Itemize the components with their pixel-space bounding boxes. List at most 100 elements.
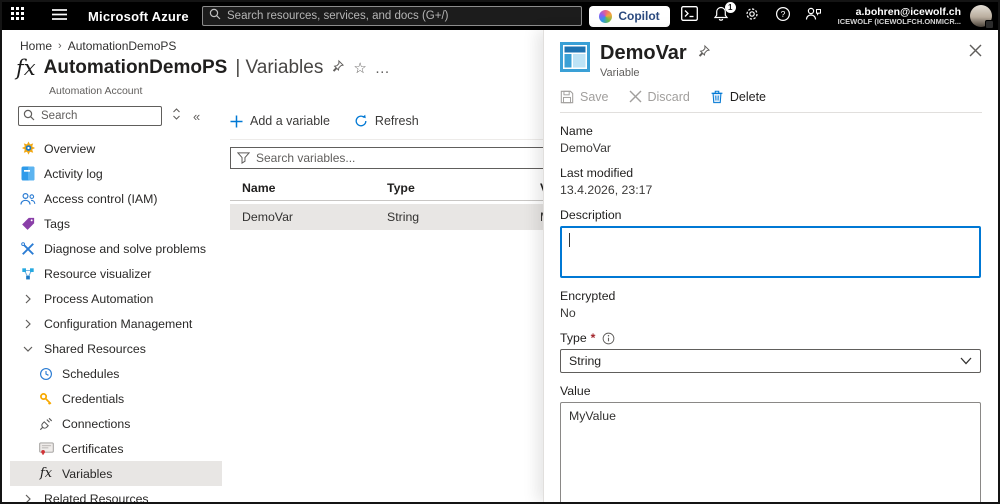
column-header-type[interactable]: Type [387, 181, 415, 195]
plus-icon [230, 115, 243, 127]
type-dropdown[interactable]: String [560, 349, 981, 373]
description-label: Description [560, 208, 622, 222]
settings-button[interactable] [741, 5, 763, 27]
feedback-button[interactable] [803, 5, 825, 27]
chevron-down-icon [960, 357, 972, 365]
search-icon [209, 7, 221, 25]
add-variable-button[interactable]: Add a variable [230, 114, 330, 128]
sidebar-item-connections[interactable]: Connections [10, 411, 222, 436]
star-icon: ☆ [353, 60, 367, 77]
save-button[interactable]: Save [560, 90, 609, 104]
save-floppy-icon [560, 90, 574, 103]
sidebar-item-variables[interactable]: fx Variables [10, 461, 222, 486]
column-header-name[interactable]: Name [242, 181, 276, 195]
variable-detail-panel: DemoVar Variable Save Discard Delete Nam… [543, 30, 998, 502]
favorite-button[interactable]: ☆ [353, 59, 366, 77]
ellipsis-icon: … [374, 59, 391, 77]
double-chevron-left-icon: « [193, 108, 201, 124]
value-input[interactable]: MyValue [560, 402, 981, 502]
sidebar-item-label: Resource visualizer [44, 266, 152, 281]
sidebar-nav: Overview Activity log Access control (IA… [10, 136, 222, 504]
table-row-demovar[interactable]: DemoVar String MyValue [230, 204, 587, 230]
hamburger-menu-button[interactable] [43, 2, 76, 30]
sidebar-item-activity-log[interactable]: Activity log [10, 161, 222, 186]
pin-panel-button[interactable] [697, 44, 711, 63]
copilot-button[interactable]: Copilot [589, 5, 670, 27]
variable-blade-icon [560, 42, 590, 72]
avatar-status-badge [985, 20, 994, 29]
pin-icon [331, 59, 345, 78]
notifications-button[interactable]: 1 [710, 2, 736, 27]
page-subtitle: Automation Account [49, 85, 143, 97]
global-search[interactable] [202, 6, 582, 26]
name-value: DemoVar [560, 141, 612, 155]
chevron-right-icon [20, 491, 36, 502]
certificate-icon [38, 441, 54, 457]
breadcrumb-home-link[interactable]: Home [20, 39, 52, 53]
sidebar-item-label: Certificates [62, 441, 124, 456]
variables-search-input[interactable] [256, 151, 553, 165]
waffle-menu-button[interactable] [2, 2, 33, 30]
type-field: Type * String [560, 331, 982, 373]
encrypted-value: No [560, 306, 576, 320]
sidebar-item-access-control[interactable]: Access control (IAM) [10, 186, 222, 211]
sidebar-item-resource-visualizer[interactable]: Resource visualizer [10, 261, 222, 286]
collapse-menu-button[interactable]: « [193, 109, 200, 124]
global-search-input[interactable] [227, 10, 575, 22]
sidebar-item-label: Activity log [44, 166, 103, 181]
chevron-right-icon [20, 291, 36, 307]
refresh-button[interactable]: Refresh [354, 114, 419, 128]
refresh-icon [355, 114, 367, 127]
add-variable-label: Add a variable [250, 114, 330, 128]
sidebar-group-label: Shared Resources [44, 341, 146, 356]
description-input[interactable] [560, 226, 981, 278]
sidebar-item-diagnose[interactable]: Diagnose and solve problems [10, 236, 222, 261]
sidebar-search-input[interactable] [18, 106, 162, 126]
waffle-icon [11, 7, 24, 25]
discard-button[interactable]: Discard [629, 90, 690, 104]
info-icon [603, 332, 615, 344]
more-options-button[interactable]: … [375, 60, 391, 77]
sidebar-group-configuration-management[interactable]: Configuration Management [10, 311, 222, 336]
value-field: Value MyValue [560, 384, 982, 502]
text-cursor [569, 233, 570, 247]
close-panel-button[interactable] [969, 44, 982, 62]
account-info[interactable]: a.bohren@icewolf.ch ICEWOLF (ICEWOLFCH.O… [838, 6, 961, 27]
sidebar-item-schedules[interactable]: Schedules [10, 361, 222, 386]
resource-menu: « Overview Activity log [10, 106, 222, 502]
command-bar-divider [230, 139, 560, 140]
chevron-right-icon [20, 316, 36, 332]
sidebar-item-overview[interactable]: Overview [10, 136, 222, 161]
delete-button[interactable]: Delete [710, 89, 766, 104]
terminal-icon [681, 6, 699, 26]
account-email: a.bohren@icewolf.ch [855, 5, 961, 18]
breadcrumb-chevron-icon: › [58, 40, 62, 52]
feedback-person-icon [805, 6, 822, 26]
sidebar-group-process-automation[interactable]: Process Automation [10, 286, 222, 311]
variables-search[interactable] [230, 147, 560, 169]
sidebar-item-credentials[interactable]: Credentials [10, 386, 222, 411]
name-field: Name DemoVar [560, 124, 982, 155]
sidebar-group-shared-resources[interactable]: Shared Resources [10, 336, 222, 361]
crossed-tools-icon [20, 241, 36, 257]
sidebar-item-tags[interactable]: Tags [10, 211, 222, 236]
close-icon [969, 44, 982, 57]
brand-title[interactable]: Microsoft Azure [88, 9, 189, 24]
cell-type: String [387, 210, 420, 224]
sidebar-search[interactable] [18, 106, 162, 126]
account-tenant: ICEWOLF (ICEWOLFCH.ONMICR... [837, 16, 961, 26]
variables-fx-icon: fx [39, 466, 53, 481]
sidebar-group-label: Related Resources [44, 491, 149, 504]
pin-dashboard-button[interactable] [331, 59, 345, 78]
sidebar-group-related-resources[interactable]: Related Resources [10, 486, 222, 504]
plug-icon [38, 416, 54, 432]
delete-label: Delete [729, 89, 767, 104]
help-button[interactable]: ? [772, 5, 794, 27]
avatar[interactable] [970, 5, 994, 29]
sidebar-item-certificates[interactable]: Certificates [10, 436, 222, 461]
expand-collapse-groups-button[interactable] [172, 107, 181, 125]
breadcrumb-current-link[interactable]: AutomationDemoPS [68, 39, 177, 53]
encrypted-label: Encrypted [560, 289, 616, 303]
trash-icon [711, 90, 723, 104]
cloud-shell-button[interactable] [679, 5, 701, 27]
